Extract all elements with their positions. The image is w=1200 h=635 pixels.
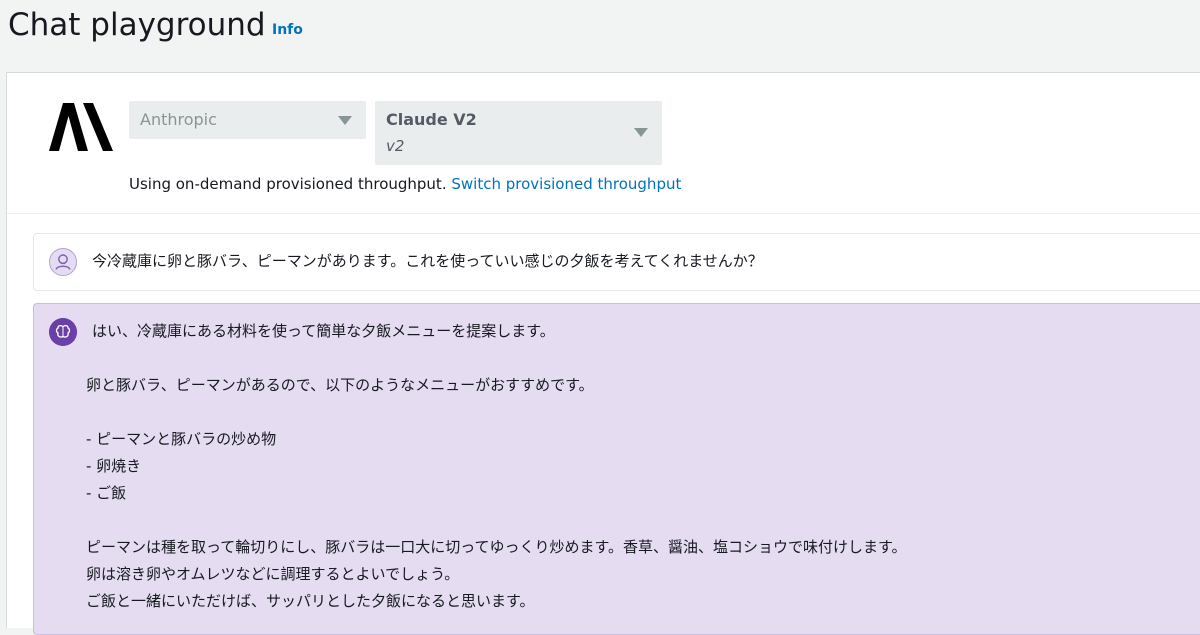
- assistant-line: 卵と豚バラ、ピーマンがあるので、以下のようなメニューがおすすめです。: [86, 376, 594, 394]
- caret-down-icon: [634, 128, 648, 137]
- model-config: Anthropic Claude V2 v2 Using on-demand p…: [7, 73, 1200, 214]
- assistant-line: [86, 399, 907, 426]
- model-select-value: Claude V2: [386, 110, 477, 129]
- assistant-line: - ピーマンと豚バラの炒め物: [86, 430, 277, 448]
- assistant-message: はい、冷蔵庫にある材料を使って簡単な夕飯メニューを提案します。 卵と豚バラ、ピー…: [33, 303, 1200, 635]
- assistant-line: 卵は溶き卵やオムレツなどに調理するとよいでしょう。: [86, 565, 460, 583]
- throughput-text: Using on-demand provisioned throughput.: [129, 175, 447, 193]
- assistant-line: - 卵焼き: [86, 457, 142, 475]
- user-icon: [49, 248, 77, 276]
- chat-panel: Anthropic Claude V2 v2 Using on-demand p…: [6, 72, 1200, 635]
- caret-down-icon: [338, 116, 352, 125]
- assistant-line: ピーマンは種を取って輪切りにし、豚バラは一口大に切ってゆっくり炒めます。香草、醤…: [86, 538, 907, 556]
- provider-select-value: Anthropic: [140, 110, 217, 129]
- user-message-text: 今冷蔵庫に卵と豚バラ、ピーマンがあります。これを使っていい感じの夕飯を考えてくれ…: [92, 252, 763, 270]
- page-title: Chat playground: [8, 7, 266, 43]
- assistant-line: ご飯と一緒にいただけば、サッパリとした夕飯になると思います。: [86, 592, 535, 610]
- assistant-line: [86, 507, 907, 534]
- anthropic-logo: [49, 103, 113, 151]
- assistant-line: - ご飯: [86, 484, 127, 502]
- model-version: v2: [386, 137, 405, 155]
- assistant-line: はい、冷蔵庫にある材料を使って簡単な夕飯メニューを提案します。: [92, 322, 555, 340]
- assistant-message-text: はい、冷蔵庫にある材料を使って簡単な夕飯メニューを提案します。 卵と豚バラ、ピー…: [86, 318, 907, 615]
- switch-throughput-link[interactable]: Switch provisioned throughput: [451, 175, 681, 193]
- provider-select[interactable]: Anthropic: [129, 101, 366, 139]
- info-link[interactable]: Info: [272, 22, 303, 38]
- throughput-info: Using on-demand provisioned throughput. …: [129, 174, 681, 194]
- user-message: 今冷蔵庫に卵と豚バラ、ピーマンがあります。これを使っていい感じの夕飯を考えてくれ…: [33, 233, 1200, 291]
- assistant-line: [86, 345, 907, 372]
- brain-icon: [49, 318, 77, 346]
- model-select[interactable]: Claude V2 v2: [375, 101, 662, 165]
- page-header: Chat playground Info: [0, 0, 1200, 72]
